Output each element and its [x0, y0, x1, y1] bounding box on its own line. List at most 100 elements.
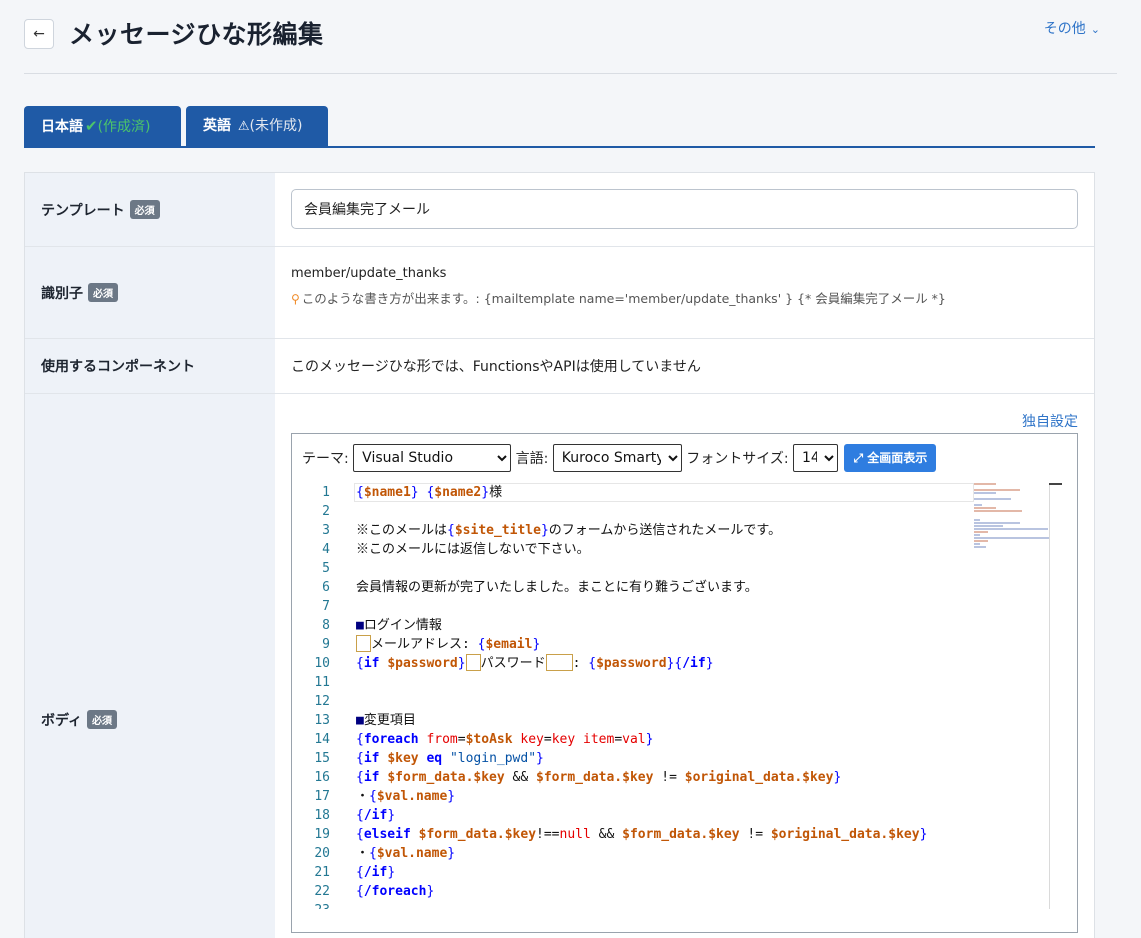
components-label: 使用するコンポーネント [41, 359, 195, 375]
components-row: 使用するコンポーネント このメッセージひな形では、FunctionsやAPIは使… [25, 339, 1094, 394]
components-text: このメッセージひな形では、FunctionsやAPIは使用していません [291, 359, 701, 375]
expand-icon: ⤢ [853, 451, 864, 465]
line-number: 15 [314, 751, 330, 766]
minimap-line [974, 546, 986, 548]
other-menu-label: その他 [1043, 21, 1086, 37]
line-number: 21 [314, 865, 330, 880]
template-input[interactable] [291, 189, 1078, 229]
code-text: 会員情報の更新が完了いたしました。まことに有り難うございます。 [356, 580, 758, 595]
line-number: 12 [314, 694, 330, 709]
identifier-value: member/update_thanks [291, 266, 447, 281]
language-select[interactable]: Kuroco Smarty [552, 444, 682, 472]
required-badge: 必須 [88, 283, 118, 302]
lightbulb-icon: ⚲ [291, 292, 300, 306]
row-label-cell: 識別子 必須 [25, 247, 275, 338]
minimap-line [974, 489, 1020, 491]
code-area[interactable]: 1 {$name1} {$name2}様 2 3 ※このメールは{$site_title… [300, 483, 1050, 909]
fullscreen-label: 全画面表示 [867, 451, 928, 465]
language-tabs: 日本語 ✔(作成済) 英語 ⚠(未作成) [24, 106, 1095, 148]
code-text: {/if} [356, 808, 396, 823]
code-text: {if $password} パスワード: {$password}{/if} [356, 654, 714, 671]
template-row: テンプレート 必須 [25, 173, 1094, 247]
font-size-label: フォントサイズ: [686, 451, 789, 467]
code-text: {if $key eq "login_pwd"} [356, 751, 544, 766]
line-number: 5 [322, 561, 330, 576]
arrow-left-icon: ← [33, 26, 45, 42]
line-number: 3 [322, 523, 330, 538]
page-header: ← メッセージひな形編集 その他 ⌄ [24, 14, 1117, 74]
code-text: {if $form_data.$key && $form_data.$key !… [356, 770, 842, 785]
identifier-hint: ⚲ このような書き方が出来ます。: {mailtemplate name='mem… [291, 288, 946, 307]
minimap-line [974, 531, 989, 533]
code-text: ■ログイン情報 [356, 618, 442, 633]
code-text: {/foreach} [356, 884, 435, 899]
code-text: {/if} [356, 865, 396, 880]
custom-settings-link[interactable]: 独自設定 [1022, 411, 1078, 431]
page-title: メッセージひな形編集 [69, 20, 324, 49]
line-number: 11 [314, 675, 330, 690]
back-button[interactable]: ← [24, 19, 54, 49]
line-number: 9 [322, 637, 330, 652]
scroll-thumb[interactable] [1049, 483, 1062, 485]
code-text: ・{$val.name} [356, 846, 456, 861]
tab-status: (作成済) [97, 119, 151, 135]
field-label: 識別子 必須 [41, 283, 118, 303]
line-number: 7 [322, 599, 330, 614]
line-number: 23 [300, 901, 330, 909]
minimap-line [974, 492, 996, 494]
code-text: ※このメールは{$site_title}のフォームから送信されたメールです。 [356, 523, 782, 538]
tab-english[interactable]: 英語 ⚠(未作成) [186, 106, 328, 146]
language-label: 言語: [515, 451, 549, 467]
line-number: 18 [314, 808, 330, 823]
template-label: テンプレート [41, 203, 125, 219]
identifier-row: 識別子 必須 member/update_thanks ⚲ このような書き方が出来ま… [25, 247, 1094, 339]
field-label: ボディ 必須 [41, 710, 118, 730]
hint-text: このような書き方が出来ます。: {mailtemplate name='memb… [301, 291, 946, 306]
check-icon: ✔ [85, 117, 98, 135]
code-text: ・{$val.name} [356, 789, 456, 804]
minimap-line [974, 525, 1003, 527]
form-table: テンプレート必須 識別子必須 member/update_thanks ⚲このよ… [24, 172, 1095, 938]
row-label-cell: 使用するコンポーネント [25, 339, 275, 393]
body-label: ボディ [41, 713, 83, 729]
line-number: 22 [314, 884, 330, 899]
minimap-line [974, 522, 1020, 524]
editor-minimap[interactable] [974, 483, 1050, 553]
editor-scrollbar[interactable] [1049, 483, 1050, 909]
line-number: 6 [322, 580, 330, 595]
minimap-line [974, 519, 980, 521]
required-badge: 必須 [87, 710, 118, 729]
minimap-line [974, 543, 980, 545]
minimap-line [974, 537, 1050, 539]
code-editor: テーマ: Visual Studio 言語: Kuroco Smarty フォン… [291, 433, 1078, 933]
font-size-select[interactable]: 14 [793, 444, 838, 472]
required-badge: 必須 [129, 200, 160, 219]
code-text: {elseif $form_data.$key!==null && $form_… [356, 827, 928, 842]
theme-select[interactable]: Visual Studio [353, 444, 512, 472]
minimap-line [974, 540, 989, 542]
minimap-line [974, 534, 980, 536]
minimap-line [974, 528, 1049, 530]
line-number: 10 [314, 656, 330, 671]
field-label: テンプレート 必須 [41, 200, 160, 220]
tab-japanese[interactable]: 日本語 ✔(作成済) [24, 106, 181, 146]
minimap-line [974, 498, 1012, 500]
row-label-cell: ボディ 必須 [25, 394, 275, 938]
body-row: ボディ 必須 独自設定 テーマ: Visual Studio 言語: Kuroco… [25, 394, 1094, 938]
line-number: 17 [314, 789, 330, 804]
tab-label: 英語 [203, 118, 231, 134]
row-label-cell: テンプレート 必須 [25, 173, 275, 246]
minimap-line [974, 483, 996, 485]
line-number: 2 [322, 504, 330, 519]
fullscreen-button[interactable]: ⤢ 全画面表示 [844, 444, 937, 472]
line-number: 8 [322, 618, 330, 633]
theme-label: テーマ: [302, 451, 349, 467]
code-text: {foreach from=$toAsk key=key item=val} [356, 732, 654, 747]
minimap-line [974, 504, 983, 506]
tab-status: (未作成) [249, 118, 303, 134]
editor-toolbar: テーマ: Visual Studio 言語: Kuroco Smarty フォン… [302, 444, 937, 474]
warning-icon: ⚠ [237, 119, 250, 134]
other-menu-dropdown[interactable]: その他 ⌄ [1044, 18, 1100, 38]
line-number: 4 [322, 542, 330, 557]
chevron-down-icon: ⌄ [1090, 23, 1100, 36]
